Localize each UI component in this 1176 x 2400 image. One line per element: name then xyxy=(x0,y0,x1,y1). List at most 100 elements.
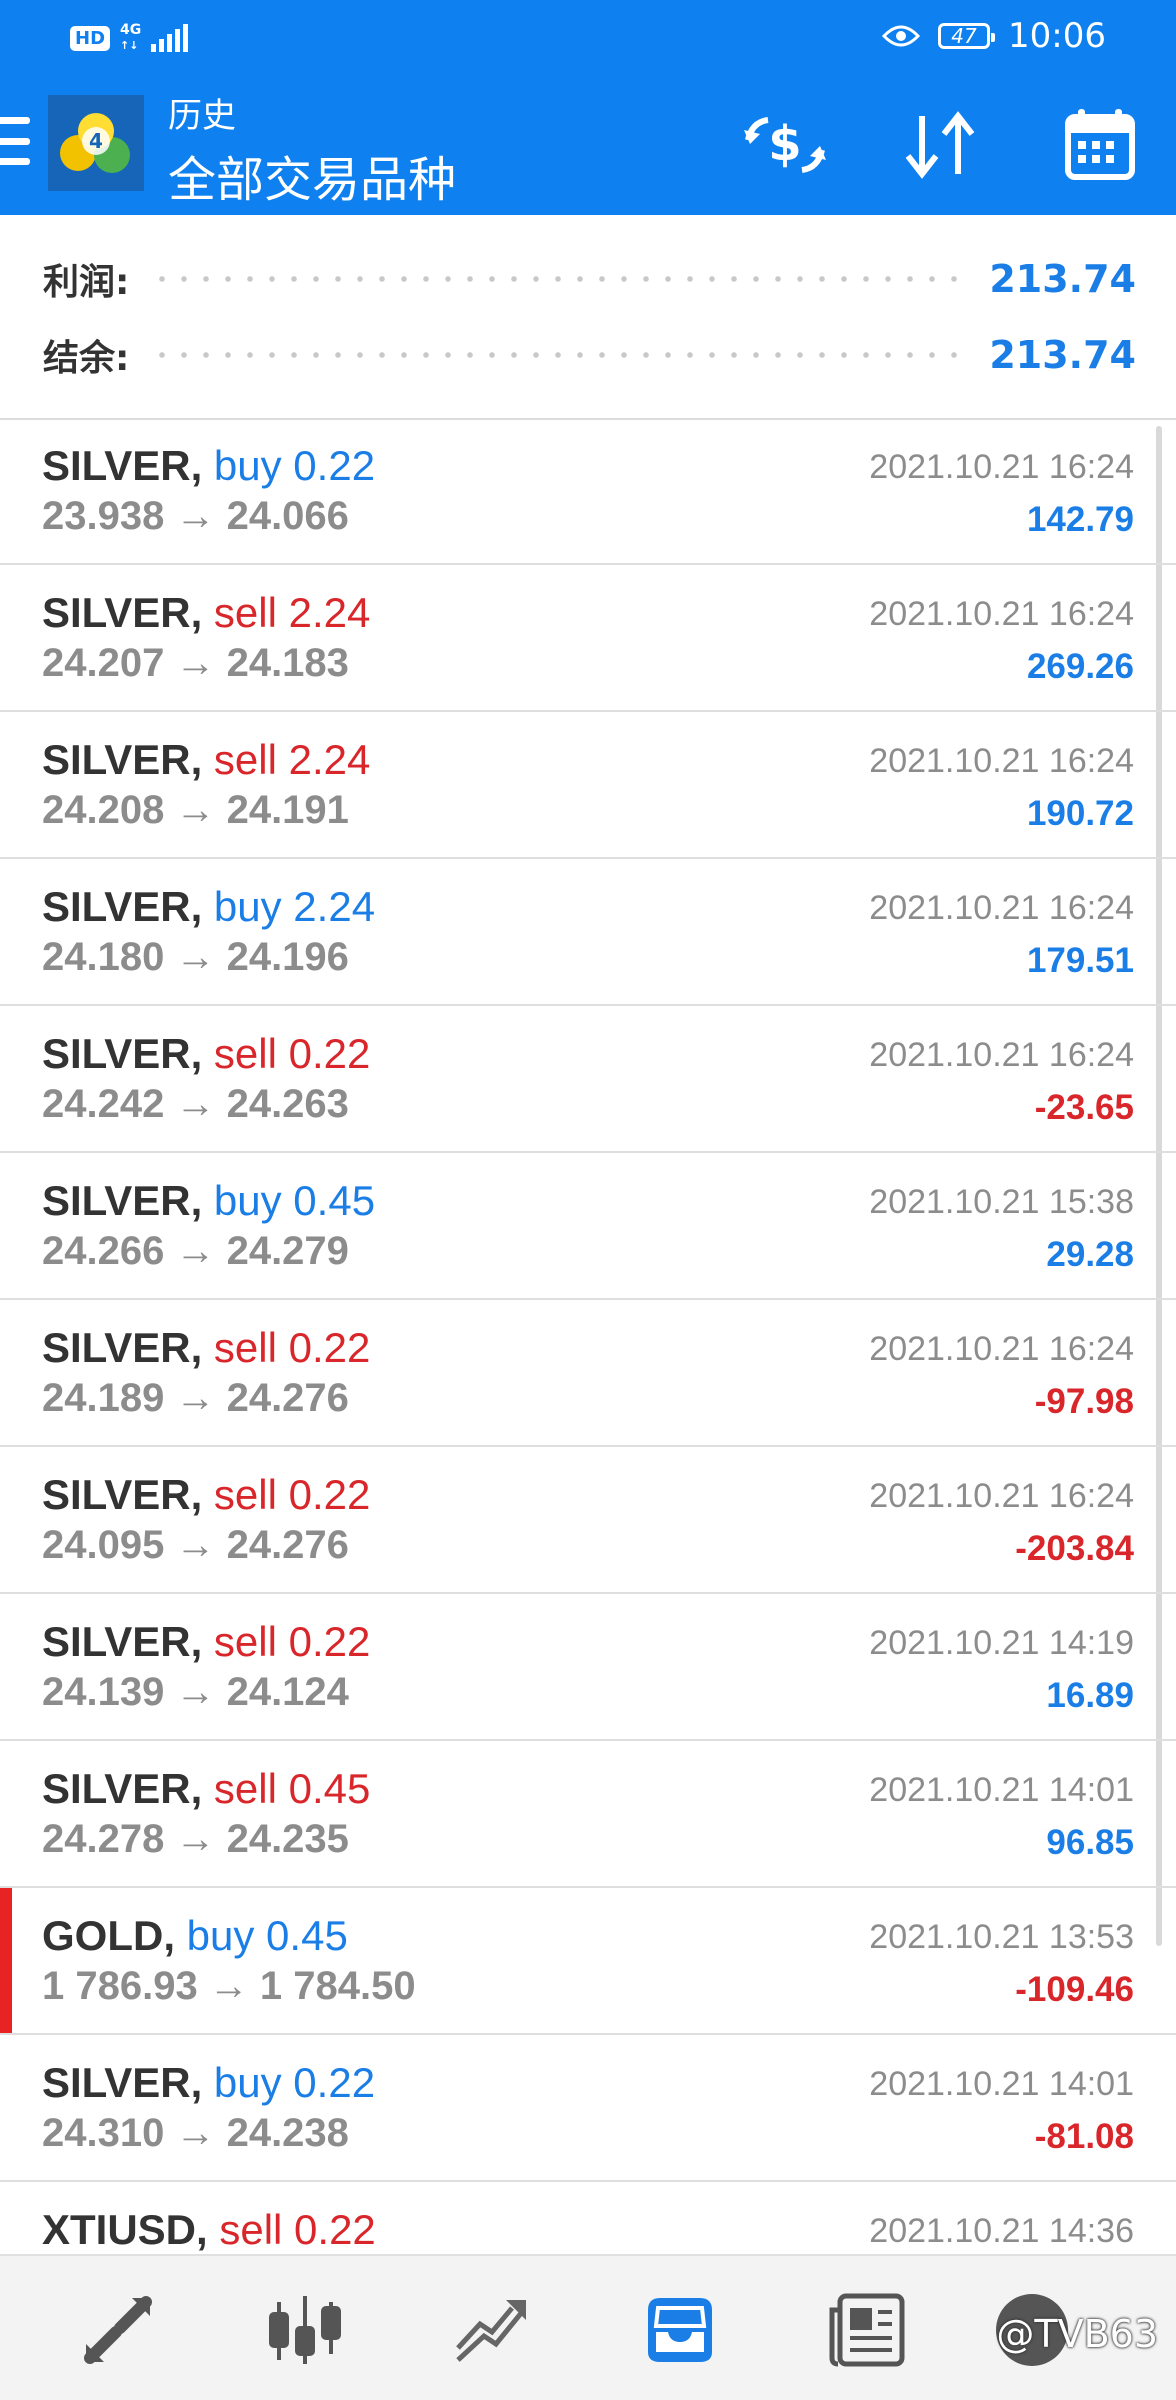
sort-icon[interactable] xyxy=(895,100,985,190)
trade-side-volume: sell 2.24 xyxy=(213,589,371,636)
trade-side-volume: sell 0.45 xyxy=(213,1765,371,1812)
symbol-name: SILVER, xyxy=(42,1030,203,1077)
chart-icon[interactable] xyxy=(255,2280,355,2380)
trade-symbol: SILVER, buy 0.45 xyxy=(42,1177,375,1225)
symbol-name: SILVER, xyxy=(42,736,203,783)
trade-symbol: SILVER, sell 0.22 xyxy=(42,1618,370,1666)
quotes-icon[interactable] xyxy=(68,2280,168,2380)
trade-symbol: SILVER, buy 0.22 xyxy=(42,2059,375,2107)
svg-text:4: 4 xyxy=(89,129,103,153)
profit-label: 利润: xyxy=(43,262,130,303)
trade-row[interactable]: SILVER, buy 0.45 24.266 → 24.279 2021.10.2… xyxy=(0,1153,1176,1300)
trade-time: 2021.10.21 15:38 xyxy=(869,1183,1134,1221)
status-bar-left: HD 4G ↑↓ xyxy=(70,18,189,58)
trade-symbol: SILVER, buy 2.24 xyxy=(42,883,375,931)
trade-profit: 190.72 xyxy=(1026,794,1134,833)
trade-side-volume: buy 0.22 xyxy=(213,442,376,489)
open-close-prices: 24.278 → 24.235 xyxy=(42,1817,349,1861)
trade-time: 2021.10.21 13:53 xyxy=(869,1918,1134,1956)
open-close-prices: 24.266 → 24.279 xyxy=(42,1229,349,1273)
balance-row: 结余: 213.74 xyxy=(43,325,1136,385)
trade-row[interactable]: SILVER, buy 0.22 23.938 → 24.066 2021.10.2… xyxy=(0,418,1176,565)
trade-time: 2021.10.21 16:24 xyxy=(869,448,1134,486)
hd-badge: HD xyxy=(70,25,111,51)
trade-symbol: SILVER, sell 2.24 xyxy=(42,589,370,637)
dotted-leader xyxy=(151,352,968,358)
history-icon[interactable] xyxy=(630,2280,730,2380)
menu-icon[interactable] xyxy=(0,117,30,165)
trade-profit: -23.65 xyxy=(1034,1088,1134,1127)
bottom-navigation: @TVB63 xyxy=(0,2254,1176,2400)
symbol-name: SILVER, xyxy=(42,1177,203,1224)
trade-side-volume: sell 0.22 xyxy=(213,1618,371,1665)
trade-time: 2021.10.21 14:36 xyxy=(869,2212,1134,2250)
trade-row[interactable]: SILVER, buy 2.24 24.180 → 24.196 2021.10.2… xyxy=(0,859,1176,1006)
page-subtitle: 历史 xyxy=(168,96,236,136)
open-close-prices: 24.139 → 24.124 xyxy=(42,1670,349,1714)
trade-side-volume: sell 0.22 xyxy=(213,1324,371,1371)
trade-profit: -81.08 xyxy=(1034,2117,1134,2156)
open-close-prices: 1 786.93 → 1 784.50 xyxy=(42,1964,416,2008)
trade-row[interactable]: SILVER, buy 0.22 24.310 → 24.238 2021.10.2… xyxy=(0,2035,1176,2182)
trade-time: 2021.10.21 14:01 xyxy=(869,1771,1134,1809)
svg-text:$: $ xyxy=(768,116,801,172)
trade-symbol: SILVER, sell 0.45 xyxy=(42,1765,370,1813)
trade-symbol: XTIUSD, sell 0.22 xyxy=(42,2206,376,2254)
symbol-name: SILVER, xyxy=(42,883,203,930)
symbol-name: SILVER, xyxy=(42,1471,203,1518)
profit-row: 利润: 213.74 xyxy=(43,249,1136,309)
app-bar: HD 4G ↑↓ 47 10:06 4 历史 全部交易品种 $ xyxy=(0,0,1176,215)
page-title[interactable]: 全部交易品种 xyxy=(168,140,456,210)
trade-profit: 96.85 xyxy=(1046,1823,1134,1862)
trade-symbol: SILVER, sell 2.24 xyxy=(42,736,370,784)
mt4-logo: 4 xyxy=(48,95,144,191)
open-close-prices: 23.938 → 24.066 xyxy=(42,494,349,538)
trade-row[interactable]: SILVER, sell 0.22 24.095 → 24.276 2021.10.… xyxy=(0,1447,1176,1594)
status-bar-right: 47 10:06 xyxy=(882,14,1106,58)
trade-profit: 179.51 xyxy=(1026,941,1134,980)
trade-symbol: GOLD, buy 0.45 xyxy=(42,1912,348,1960)
trade-profit: 269.26 xyxy=(1026,647,1134,686)
trade-symbol: SILVER, sell 0.22 xyxy=(42,1030,370,1078)
trade-time: 2021.10.21 16:24 xyxy=(869,742,1134,780)
currency-exchange-icon[interactable]: $ xyxy=(740,100,830,190)
symbol-name: SILVER, xyxy=(42,442,203,489)
battery-icon: 47 xyxy=(938,23,996,49)
trade-time: 2021.10.21 14:19 xyxy=(869,1624,1134,1662)
trade-symbol: SILVER, sell 0.22 xyxy=(42,1471,370,1519)
trade-row[interactable]: SILVER, sell 0.45 24.278 → 24.235 2021.10.… xyxy=(0,1741,1176,1888)
trade-side-volume: sell 2.24 xyxy=(213,736,371,783)
trade-history-list[interactable]: SILVER, buy 0.22 23.938 → 24.066 2021.10.2… xyxy=(0,418,1176,2254)
trade-row[interactable]: GOLD, buy 0.45 1 786.93 → 1 784.50 2021.10… xyxy=(0,1888,1176,2035)
symbol-name: SILVER, xyxy=(42,589,203,636)
trade-icon[interactable] xyxy=(442,2280,542,2380)
trade-profit: 142.79 xyxy=(1026,500,1134,539)
symbol-name: SILVER, xyxy=(42,1765,203,1812)
network-type: 4G ↑↓ xyxy=(120,22,142,53)
trade-side-volume: sell 0.22 xyxy=(213,1030,371,1077)
dotted-leader xyxy=(151,276,968,282)
trade-row[interactable]: SILVER, sell 0.22 24.242 → 24.263 2021.10.… xyxy=(0,1006,1176,1153)
eye-icon xyxy=(882,25,921,47)
trade-time: 2021.10.21 16:24 xyxy=(869,1036,1134,1074)
trade-profit: -97.98 xyxy=(1034,1382,1134,1421)
trade-row[interactable]: SILVER, sell 0.22 24.189 → 24.276 2021.10.… xyxy=(0,1300,1176,1447)
calendar-icon[interactable] xyxy=(1055,100,1145,190)
status-time: 10:06 xyxy=(1008,16,1106,56)
trade-side-volume: buy 0.45 xyxy=(186,1912,348,1959)
summary-panel: 利润: 213.74 结余: 213.74 xyxy=(0,215,1176,420)
trade-time: 2021.10.21 16:24 xyxy=(869,595,1134,633)
symbol-name: GOLD, xyxy=(42,1912,175,1959)
trade-side-volume: buy 0.22 xyxy=(213,2059,376,2106)
trade-row[interactable]: SILVER, sell 2.24 24.208 → 24.191 2021.10.… xyxy=(0,712,1176,859)
trade-row[interactable]: XTIUSD, sell 0.22 2021.10.21 14:36 xyxy=(0,2182,1176,2254)
trade-time: 2021.10.21 16:24 xyxy=(869,889,1134,927)
trade-side-volume: buy 0.45 xyxy=(213,1177,376,1224)
news-icon[interactable] xyxy=(818,2280,918,2380)
trade-profit: 16.89 xyxy=(1046,1676,1134,1715)
trade-row[interactable]: SILVER, sell 2.24 24.207 → 24.183 2021.10.… xyxy=(0,565,1176,712)
trade-row[interactable]: SILVER, sell 0.22 24.139 → 24.124 2021.10.… xyxy=(0,1594,1176,1741)
balance-label: 结余: xyxy=(43,338,130,379)
trade-time: 2021.10.21 16:24 xyxy=(869,1477,1134,1515)
open-close-prices: 24.095 → 24.276 xyxy=(42,1523,349,1567)
